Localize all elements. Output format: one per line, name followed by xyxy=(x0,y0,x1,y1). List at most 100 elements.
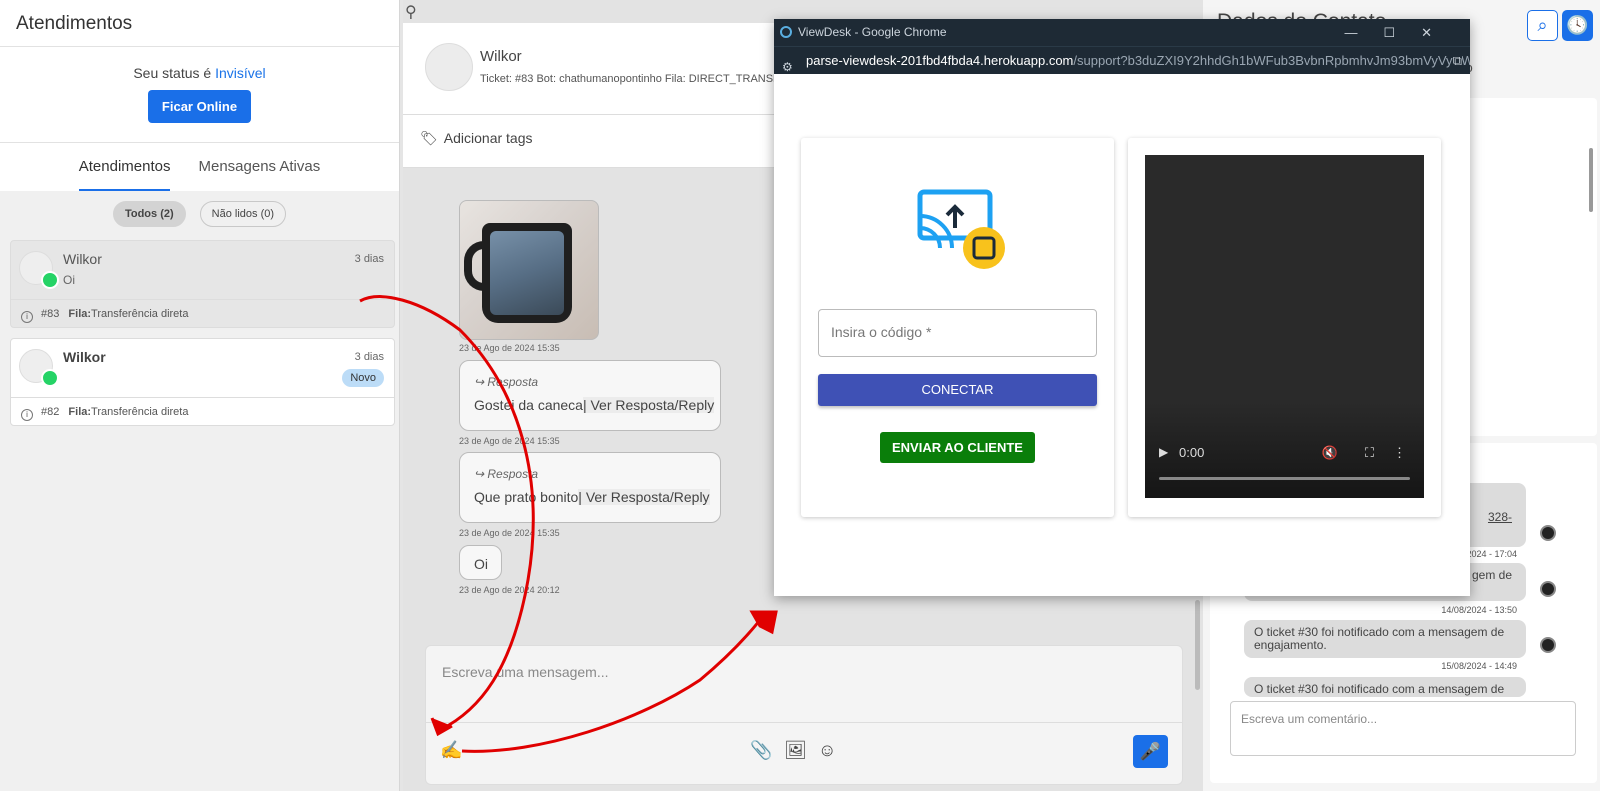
tag-icon: 🏷 xyxy=(420,130,438,146)
avatar xyxy=(425,43,473,91)
adjust-icon[interactable]: ⚲ xyxy=(405,2,417,22)
ticket-filters: Todos (2) Não lidos (0) xyxy=(0,191,399,235)
robot-icon xyxy=(1540,525,1556,541)
history-icon[interactable]: 🕓 xyxy=(1562,10,1593,41)
status-section: Seu status é Invisível Ficar Online xyxy=(0,47,399,143)
status-line: Seu status é Invisível xyxy=(0,65,399,81)
video-card: ▶ 0:00 🔇 ⛶ ⋮ xyxy=(1128,138,1441,517)
ticket-number: #83 xyxy=(41,308,60,320)
url-path: /support?b3duZXI9Y2hhdGh1bWFub3BvbnRpbmh… xyxy=(1073,53,1470,68)
status-prefix: Seu status é xyxy=(133,65,212,81)
go-online-button[interactable]: Ficar Online xyxy=(147,90,252,123)
window-controls: —☐✕ xyxy=(1344,19,1458,46)
ticket-age: 3 dias xyxy=(354,253,384,265)
message-input[interactable]: Escreva uma mensagem... xyxy=(442,664,609,680)
minimize-icon[interactable]: — xyxy=(1344,25,1383,40)
contact-name: Wilkor xyxy=(480,48,522,65)
chat-scrollbar[interactable] xyxy=(1195,600,1200,690)
tab-mensagens-ativas[interactable]: Mensagens Ativas xyxy=(198,158,320,191)
view-reply-link[interactable]: | Ver Resposta/Reply xyxy=(582,397,715,413)
search-icon[interactable]: ⌕ xyxy=(1527,10,1558,41)
view-reply-link[interactable]: | Ver Resposta/Reply xyxy=(578,489,710,505)
panel-title: Atendimentos xyxy=(0,0,399,47)
paperclip-icon[interactable]: 📎 xyxy=(750,740,772,761)
site-settings-icon[interactable]: ⚙ xyxy=(782,53,793,74)
cast-icon[interactable]: ⧉ xyxy=(1452,47,1462,74)
video-time: 0:00 xyxy=(1179,445,1205,460)
tickets-tabs: Atendimentos Mensagens Ativas xyxy=(0,143,399,191)
ticket-last-message: Oi xyxy=(63,273,75,287)
ticket-meta: i #82 Fila:Transferência direta xyxy=(11,397,394,429)
reply-label: ↪ Resposta xyxy=(474,375,539,389)
message-text: Oi xyxy=(474,556,488,572)
ticket-meta: i #83 Fila:Transferência direta xyxy=(11,299,394,331)
robot-icon xyxy=(1540,581,1556,597)
timeline-time: /2024 - 17:04 xyxy=(1463,549,1517,559)
app-logo-icon xyxy=(780,26,792,38)
robot-icon xyxy=(1540,637,1556,653)
ticket-queue: Transferência direta xyxy=(91,406,189,418)
window-titlebar[interactable]: ViewDesk - Google Chrome —☐✕ xyxy=(774,19,1470,46)
ticket-age: 3 dias xyxy=(354,351,384,363)
address-bar[interactable]: ⚙ parse-viewdesk-201fbd4fbda4.herokuapp.… xyxy=(774,46,1470,74)
connect-card: Insira o código * CONECTAR ENVIAR AO CLI… xyxy=(801,138,1114,517)
ticket-card[interactable]: Wilkor 3 dias Novo i #82 Fila:Transferênc… xyxy=(10,338,395,426)
tickets-panel: Atendimentos Seu status é Invisível Fica… xyxy=(0,0,400,791)
reply-text: Gostei da caneca| Ver Resposta/Reply xyxy=(474,397,715,413)
whatsapp-icon xyxy=(41,271,59,289)
ticket-number: #82 xyxy=(41,406,60,418)
signature-icon[interactable]: ✍ xyxy=(440,740,462,761)
close-icon[interactable]: ✕ xyxy=(1421,25,1458,40)
connect-button[interactable]: CONECTAR xyxy=(818,374,1097,406)
filter-all[interactable]: Todos (2) xyxy=(112,201,186,227)
ticket-queue-label: Fila: xyxy=(68,406,92,418)
image-message[interactable] xyxy=(459,200,599,340)
code-input[interactable]: Insira o código * xyxy=(818,309,1097,357)
screen-share-icon xyxy=(917,189,1005,269)
add-tags-label: Adicionar tags xyxy=(443,130,533,146)
whatsapp-icon xyxy=(41,369,59,387)
new-badge: Novo xyxy=(342,369,384,387)
mug-photo xyxy=(490,231,564,315)
timeline-text: gem de xyxy=(1471,568,1512,582)
more-options-icon[interactable]: ⋮ xyxy=(1393,445,1406,461)
fullscreen-icon[interactable]: ⛶ xyxy=(1365,445,1374,461)
image-icon[interactable]: 🖼 xyxy=(784,740,807,761)
comment-input[interactable]: Escreva um comentário... xyxy=(1230,701,1576,756)
maximize-icon[interactable]: ☐ xyxy=(1383,25,1421,40)
ticket-card[interactable]: Wilkor 3 dias Oi i #83 Fila:Transferência… xyxy=(10,240,395,328)
reply-label: ↪ Resposta xyxy=(474,467,539,481)
contact-meta: Ticket: #83 Bot: chathumanopontinho Fila… xyxy=(480,73,788,85)
details-scrollbar[interactable] xyxy=(1589,148,1593,212)
mic-icon[interactable]: 🎤 xyxy=(1133,735,1168,768)
timeline-text: O ticket #30 foi notificado com a mensag… xyxy=(1244,620,1526,658)
status-value: Invisível xyxy=(215,65,266,81)
timeline-time: 15/08/2024 - 14:49 xyxy=(1441,661,1517,671)
timeline-time: 14/08/2024 - 13:50 xyxy=(1441,605,1517,615)
video-player[interactable]: ▶ 0:00 🔇 ⛶ ⋮ xyxy=(1145,155,1424,498)
reply-icon: ↪ xyxy=(474,375,488,389)
reply-message: ↪ Resposta Que prato bonito| Ver Respost… xyxy=(459,452,721,523)
message-time: 23 de Ago de 2024 15:35 xyxy=(459,528,560,538)
mute-icon[interactable]: 🔇 xyxy=(1322,445,1338,461)
tab-atendimentos[interactable]: Atendimentos xyxy=(78,158,171,191)
video-progress-bar[interactable] xyxy=(1159,477,1410,480)
filter-unread[interactable]: Não lidos (0) xyxy=(199,201,287,227)
reply-message: ↪ Resposta Gostei da caneca| Ver Respost… xyxy=(459,360,721,431)
divider xyxy=(426,722,1182,723)
send-to-client-button[interactable]: ENVIAR AO CLIENTE xyxy=(880,432,1035,463)
message-time: 23 de Ago de 2024 20:12 xyxy=(459,585,560,595)
timeline-text: 328- xyxy=(1487,510,1512,524)
ticket-contact-name: Wilkor xyxy=(63,251,102,267)
reply-text: Que prato bonito| Ver Resposta/Reply xyxy=(474,489,710,505)
viewdesk-popup-window: ViewDesk - Google Chrome —☐✕ ⚙ parse-vie… xyxy=(774,19,1470,596)
reply-icon: ↪ xyxy=(474,467,488,481)
text-message: Oi xyxy=(459,545,502,580)
info-icon: i xyxy=(21,311,33,323)
window-title: ViewDesk - Google Chrome xyxy=(798,25,947,39)
url-host: parse-viewdesk-201fbd4fbda4.herokuapp.co… xyxy=(806,53,1074,68)
play-icon[interactable]: ▶ xyxy=(1159,445,1168,459)
info-icon: i xyxy=(21,409,33,421)
message-time: 23 de Ago de 2024 15:35 xyxy=(459,436,560,446)
emoji-icon[interactable]: ☺ xyxy=(818,740,836,761)
